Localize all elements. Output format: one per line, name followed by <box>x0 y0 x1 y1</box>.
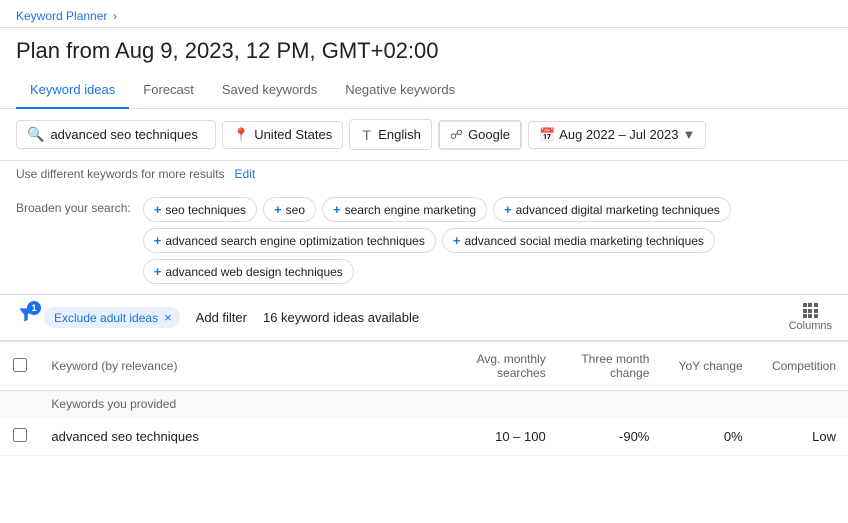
date-range-value: Aug 2022 – Jul 2023 <box>559 127 678 142</box>
search-pill[interactable]: 🔍 advanced seo techniques <box>16 120 216 149</box>
table-section: Keyword (by relevance) Avg. monthly sear… <box>0 341 848 456</box>
calendar-icon: 📅 <box>539 127 555 143</box>
search-value: advanced seo techniques <box>50 127 197 142</box>
chip-advanced-web-design[interactable]: + advanced web design techniques <box>143 259 354 284</box>
language-pill[interactable]: Ｔ English <box>349 119 432 150</box>
chip-label: advanced web design techniques <box>165 265 342 279</box>
network-icon: ☍ <box>450 127 463 143</box>
page-title-section: Plan from Aug 9, 2023, 12 PM, GMT+02:00 <box>0 28 848 64</box>
filter-tag-exclude-adult[interactable]: Exclude adult ideas × <box>44 307 180 328</box>
network-pill[interactable]: ☍ Google <box>438 120 522 150</box>
columns-label: Columns <box>789 320 832 332</box>
breadcrumb-chevron: › <box>113 9 117 23</box>
tab-saved-keywords[interactable]: Saved keywords <box>208 72 331 109</box>
col-header-three-month: Three month change <box>558 342 662 391</box>
language-value: English <box>378 127 421 142</box>
search-icon: 🔍 <box>27 126 44 143</box>
dropdown-chevron-icon: ▼ <box>682 127 695 142</box>
chip-plus-icon: + <box>504 202 512 217</box>
col-header-keyword: Keyword (by relevance) <box>39 342 423 391</box>
filter-bar: 🔍 advanced seo techniques 📍 United State… <box>0 109 848 161</box>
row-three-month: -90% <box>558 418 662 456</box>
date-pill[interactable]: 📅 Aug 2022 – Jul 2023 ▼ <box>528 121 706 149</box>
chip-label: advanced social media marketing techniqu… <box>464 234 703 248</box>
chip-plus-icon: + <box>154 202 162 217</box>
col-header-yoy: YoY change <box>661 342 754 391</box>
chip-seo[interactable]: + seo <box>263 197 316 222</box>
chip-plus-icon: + <box>154 264 162 279</box>
active-filters-row: 1 Exclude adult ideas × Add filter 16 ke… <box>0 295 848 341</box>
suggestion-row: Use different keywords for more results … <box>0 161 848 187</box>
row-yoy: 0% <box>661 418 754 456</box>
chip-search-engine-marketing[interactable]: + search engine marketing <box>322 197 487 222</box>
select-all-col <box>0 342 39 391</box>
chip-plus-icon: + <box>333 202 341 217</box>
tab-negative-keywords[interactable]: Negative keywords <box>331 72 469 109</box>
ideas-count: 16 keyword ideas available <box>263 310 781 325</box>
chip-advanced-seo-opt[interactable]: + advanced search engine optimization te… <box>143 228 436 253</box>
columns-button[interactable]: Columns <box>789 303 832 332</box>
top-bar: Keyword Planner › <box>0 0 848 28</box>
group-row-provided: Keywords you provided <box>0 391 848 418</box>
chip-label: search engine marketing <box>345 203 476 217</box>
page-title: Plan from Aug 9, 2023, 12 PM, GMT+02:00 <box>16 38 832 64</box>
chip-seo-techniques[interactable]: + seo techniques <box>143 197 257 222</box>
filter-tag-close-icon[interactable]: × <box>164 310 172 325</box>
select-all-checkbox[interactable] <box>13 358 27 372</box>
location-icon: 📍 <box>233 127 249 143</box>
chip-advanced-digital-marketing[interactable]: + advanced digital marketing techniques <box>493 197 731 222</box>
tab-keyword-ideas[interactable]: Keyword ideas <box>16 72 129 109</box>
row-competition: Low <box>755 418 848 456</box>
col-header-avg-monthly: Avg. monthly searches <box>423 342 558 391</box>
chip-label: advanced search engine optimization tech… <box>165 234 425 248</box>
filter-badge: 1 <box>27 301 41 315</box>
add-filter-button[interactable]: Add filter <box>188 306 255 329</box>
filter-icon-wrapper[interactable]: 1 <box>16 305 36 330</box>
group-label: Keywords you provided <box>39 391 848 418</box>
language-icon: Ｔ <box>360 125 373 144</box>
chip-plus-icon: + <box>154 233 162 248</box>
location-value: United States <box>254 127 332 142</box>
chip-plus-icon: + <box>274 202 282 217</box>
tabs-container: Keyword ideas Forecast Saved keywords Ne… <box>0 72 848 109</box>
breadcrumb-link[interactable]: Keyword Planner <box>16 9 107 23</box>
table-row: advanced seo techniques 10 – 100 -90% 0%… <box>0 418 848 456</box>
row-checkbox[interactable] <box>13 428 27 442</box>
row-keyword: advanced seo techniques <box>39 418 423 456</box>
chip-label: seo techniques <box>165 203 246 217</box>
broaden-label: Broaden your search: <box>16 197 131 217</box>
suggestion-text: Use different keywords for more results <box>16 167 225 181</box>
row-avg-monthly: 10 – 100 <box>423 418 558 456</box>
broaden-section: Broaden your search: + seo techniques + … <box>0 187 848 295</box>
filter-tag-label: Exclude adult ideas <box>54 311 158 325</box>
row-checkbox-col <box>0 418 39 456</box>
location-pill[interactable]: 📍 United States <box>222 121 343 149</box>
chip-advanced-social-media[interactable]: + advanced social media marketing techni… <box>442 228 715 253</box>
chip-plus-icon: + <box>453 233 461 248</box>
network-value: Google <box>468 127 510 142</box>
col-header-competition: Competition <box>755 342 848 391</box>
edit-link[interactable]: Edit <box>235 167 256 181</box>
keyword-chips: + seo techniques + seo + search engine m… <box>143 197 832 284</box>
tab-forecast[interactable]: Forecast <box>129 72 208 109</box>
chip-label: advanced digital marketing techniques <box>516 203 720 217</box>
columns-grid-icon <box>803 303 818 318</box>
chip-label: seo <box>286 203 305 217</box>
